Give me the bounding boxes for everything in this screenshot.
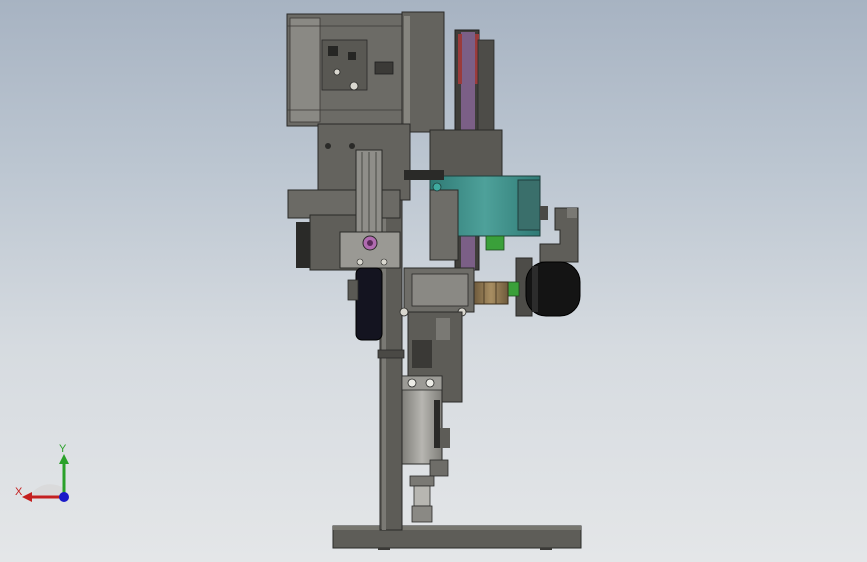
cad-viewport[interactable]: Y X [0,0,867,562]
axis-triad: Y X [10,440,90,510]
top-motor-block [286,11,445,133]
axis-triad-graphic [22,454,69,502]
encoder-motor [504,257,581,317]
bronze-coupling [473,281,509,305]
machine-assembly-model[interactable] [0,0,867,562]
y-axis-label: Y [59,443,67,455]
x-axis-label: X [15,486,23,498]
base-plate [332,525,582,550]
